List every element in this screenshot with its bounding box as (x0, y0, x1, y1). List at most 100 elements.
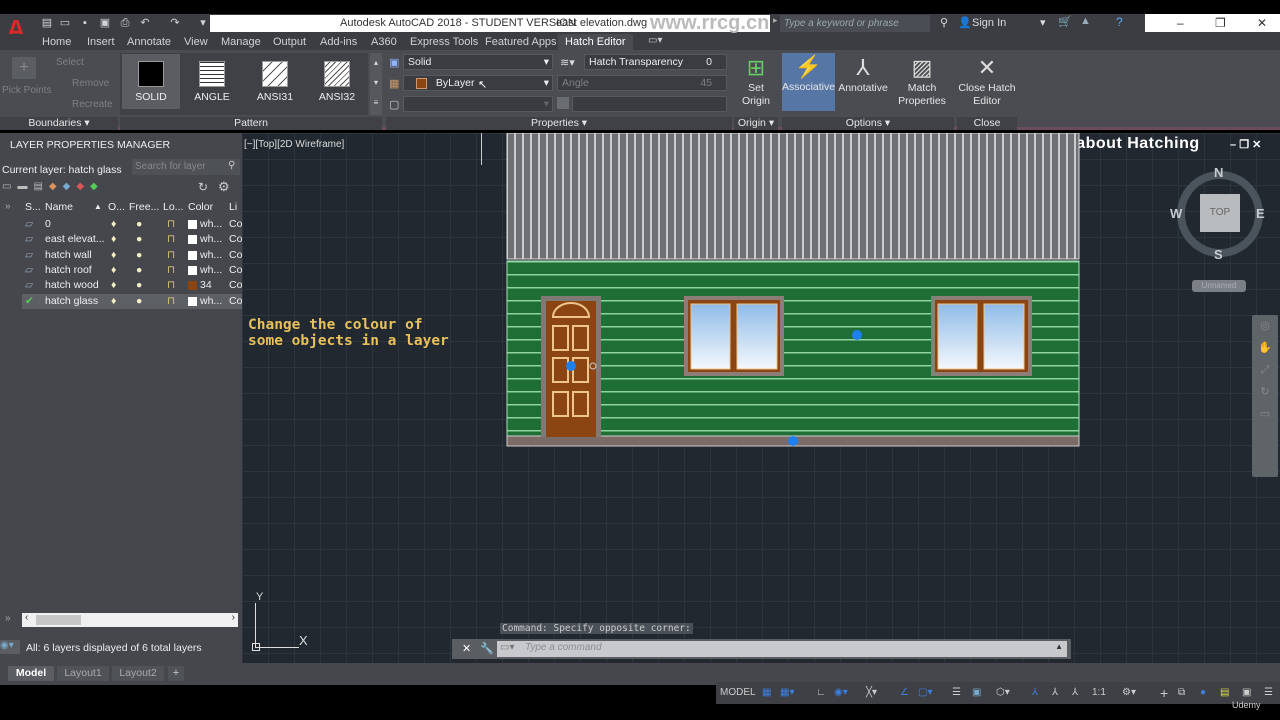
pick-points-button[interactable]: Pick Points (2, 85, 51, 96)
help-icon[interactable]: ? (1116, 15, 1123, 29)
tab-annotate[interactable]: Annotate (127, 34, 171, 50)
hatch-type-dropdown[interactable]: Solid ▾ (403, 54, 553, 70)
filter-toggle-icon[interactable]: ◉▾ (0, 640, 20, 654)
tab-model[interactable]: Model (8, 666, 54, 681)
window-right[interactable] (931, 296, 1032, 376)
sun-thawed-icon[interactable]: ● (136, 217, 142, 232)
tab-layout1[interactable]: Layout1 (57, 666, 109, 681)
roof-hatch[interactable] (506, 133, 1080, 260)
delete-layer-icon[interactable]: ◆ (76, 181, 90, 192)
layer-linetype[interactable]: Co (229, 248, 242, 263)
hatch-angle-field[interactable]: Angle 45 (557, 75, 727, 91)
snap-icon[interactable]: ▦▾ (780, 682, 794, 704)
layer-color-swatch[interactable] (188, 250, 197, 260)
annotative-toggle[interactable]: ⅄ Annotative (837, 54, 889, 110)
refresh-icon[interactable]: ↻ (198, 180, 208, 194)
column-color[interactable]: Color (188, 199, 213, 215)
close-command-line-icon[interactable]: ✕ (462, 642, 471, 655)
sun-thawed-icon[interactable]: ● (136, 232, 142, 247)
layer-color-swatch[interactable] (188, 235, 197, 245)
minimize-icon[interactable]: – (1177, 14, 1184, 32)
collapse-icon[interactable]: » (5, 613, 11, 624)
background-color-dropdown[interactable]: ▾ (403, 96, 553, 112)
pattern-gallery-scroll[interactable]: ▴ ▾ ≡ (370, 53, 382, 115)
tab-hatch-editor[interactable]: Hatch Editor (558, 34, 633, 50)
customize-wrench-icon[interactable]: 🔧 (480, 642, 494, 655)
remove-boundary-button[interactable]: Remove (56, 78, 109, 89)
boundaries-panel-label[interactable]: Boundaries ▾ (0, 117, 118, 130)
grip-door[interactable] (566, 361, 576, 371)
command-input[interactable]: ▭▾ Type a command ▲ (497, 641, 1067, 657)
tab-layout2[interactable]: Layout2 (112, 666, 164, 681)
lightbulb-on-icon[interactable]: ♦ (111, 263, 116, 278)
layer-row[interactable]: ▱ hatch wall ♦ ● ⊓ wh... Co (22, 248, 242, 263)
settings-gear-icon[interactable]: ⚙ (218, 179, 230, 195)
pattern-ansi31[interactable]: ANSI31 (246, 54, 304, 109)
open-file-icon[interactable]: ▭ (58, 16, 72, 30)
column-freeze[interactable]: Free... (129, 199, 159, 215)
close-hatch-editor-button[interactable]: ✕ Close Hatch Editor (957, 54, 1017, 110)
save-as-icon[interactable]: ▣ (98, 16, 112, 30)
padlock-unlocked-icon[interactable]: ⊓ (167, 278, 175, 293)
quick-properties-icon[interactable]: ● (1200, 682, 1206, 704)
sun-thawed-icon[interactable]: ● (136, 248, 142, 263)
horizontal-scrollbar[interactable]: ‹ › (22, 612, 238, 627)
layer-color-swatch[interactable] (188, 265, 197, 275)
layer-name[interactable]: hatch glass (45, 294, 98, 309)
layer-row[interactable]: ▱ 0 ♦ ● ⊓ wh... Co (22, 217, 242, 232)
padlock-unlocked-icon[interactable]: ⊓ (167, 263, 175, 278)
window-left[interactable] (684, 296, 784, 376)
new-property-filter-icon[interactable]: ▭ (2, 181, 17, 192)
isodraft-icon[interactable]: ╳▾ (866, 682, 877, 704)
redo-icon[interactable]: ↷ (168, 16, 182, 30)
options-panel-label[interactable]: Options ▾ (782, 117, 954, 130)
drawing-viewport[interactable]: [−][Top][2D Wireframe] Fast tips about H… (242, 133, 1280, 663)
layer-color-swatch[interactable] (188, 296, 197, 306)
column-lock[interactable]: Lo... (163, 199, 183, 215)
tab-view[interactable]: View (184, 34, 208, 50)
tab-a360[interactable]: A360 (371, 34, 397, 50)
layer-linetype[interactable]: Co (229, 217, 242, 232)
selection-cycling-icon[interactable]: ⬡▾ (996, 682, 1010, 704)
lightbulb-on-icon[interactable]: ♦ (111, 217, 116, 232)
model-space-toggle[interactable]: MODEL (720, 682, 756, 704)
new-group-filter-icon[interactable]: ▬ (17, 181, 33, 192)
layer-color-swatch[interactable] (188, 281, 197, 291)
layer-row[interactable]: ▱ hatch wood ♦ ● ⊓ 34 Co (22, 278, 242, 293)
hatch-color-dropdown[interactable]: ByLayer ▾ ↖ (403, 75, 553, 91)
layer-row[interactable]: ▱ hatch roof ♦ ● ⊓ wh... Co (22, 263, 242, 278)
units-icon[interactable]: ⧉ (1178, 682, 1185, 704)
pick-points-icon[interactable]: + (12, 57, 36, 79)
scroll-right-icon[interactable]: › (232, 612, 235, 623)
annotation-scale-dropdown[interactable]: 1:1 (1092, 682, 1106, 704)
origin-panel-label[interactable]: Origin ▾ (734, 117, 778, 130)
add-layout-button[interactable]: + (168, 666, 184, 681)
cart-icon[interactable]: 🛒 (1058, 15, 1072, 28)
annotation-scale-icon[interactable]: ⅄ (1072, 682, 1078, 704)
layer-linetype[interactable]: Co (229, 232, 242, 247)
layer-linetype[interactable]: Co (229, 278, 242, 293)
layer-states-icon[interactable]: ▤ (33, 181, 48, 192)
sun-thawed-icon[interactable]: ● (136, 278, 142, 293)
object-snap-tracking-icon[interactable]: ∠ (900, 682, 909, 704)
command-history-expand-icon[interactable]: ▲ (1055, 642, 1063, 651)
grip-foundation[interactable] (788, 436, 798, 446)
pattern-angle[interactable]: ANGLE (183, 54, 241, 109)
workspace-gear-icon[interactable]: ⚙▾ (1122, 682, 1136, 704)
column-status[interactable]: S... (25, 199, 41, 215)
print-icon[interactable]: ⎙ (118, 16, 132, 30)
new-file-icon[interactable]: ▤ (40, 16, 54, 30)
lightbulb-on-icon[interactable]: ♦ (111, 232, 116, 247)
layer-status-icon[interactable]: ▱ (25, 232, 33, 247)
auto-scale-icon[interactable]: ⅄ (1052, 682, 1058, 704)
sun-thawed-icon[interactable]: ● (136, 294, 142, 309)
current-layer-check-icon[interactable]: ✔ (25, 294, 34, 309)
associative-toggle[interactable]: ⚡ Associative (782, 53, 835, 111)
layer-status-icon[interactable]: ▱ (25, 278, 33, 293)
help-search-input[interactable]: Type a keyword or phrase (780, 15, 930, 32)
lightbulb-on-icon[interactable]: ♦ (111, 278, 116, 293)
lightbulb-on-icon[interactable]: ♦ (111, 294, 116, 309)
padlock-unlocked-icon[interactable]: ⊓ (167, 217, 175, 232)
hatch-scale-field[interactable] (572, 96, 727, 112)
pattern-ansi32[interactable]: ANSI32 (308, 54, 366, 109)
